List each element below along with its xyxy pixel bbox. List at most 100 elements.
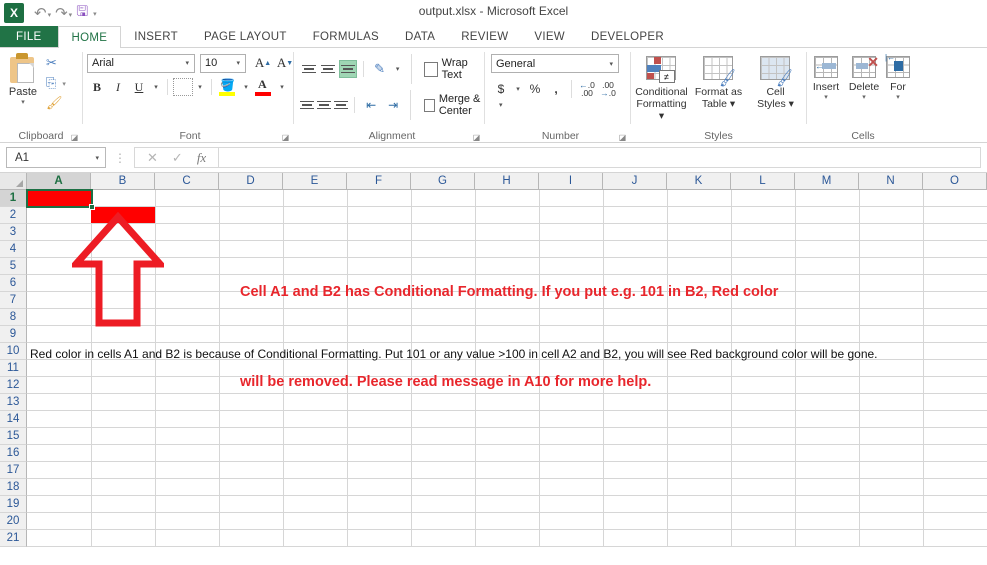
align-left-button[interactable]: [300, 96, 315, 114]
underline-caret-icon[interactable]: ▾: [150, 77, 162, 97]
orientation-caret-icon[interactable]: ▾: [392, 59, 404, 79]
sheet-area[interactable]: Cell A1 and B2 has Conditional Formattin…: [26, 189, 987, 547]
decrease-font-size-button[interactable]: A ▼: [275, 53, 295, 73]
row-header-6[interactable]: 6: [0, 275, 27, 292]
row-header-15[interactable]: 15: [0, 428, 27, 445]
orientation-button[interactable]: ✎: [370, 59, 390, 79]
row-header-11[interactable]: 11: [0, 360, 27, 377]
row-header-19[interactable]: 19: [0, 496, 27, 513]
name-box[interactable]: A1 ▾: [6, 147, 106, 168]
increase-font-size-button[interactable]: A ▲: [253, 53, 273, 73]
column-header-F[interactable]: F: [347, 173, 411, 190]
align-middle-button[interactable]: [319, 60, 336, 78]
cut-button[interactable]: ✂: [46, 54, 80, 71]
row-header-16[interactable]: 16: [0, 445, 27, 462]
percent-format-button[interactable]: %: [525, 79, 545, 99]
align-top-button[interactable]: [300, 60, 317, 78]
underline-button[interactable]: U: [129, 77, 149, 97]
chevron-down-icon[interactable]: ▾: [182, 59, 192, 67]
column-header-N[interactable]: N: [859, 173, 923, 190]
column-header-J[interactable]: J: [603, 173, 667, 190]
row-header-9[interactable]: 9: [0, 326, 27, 343]
format-painter-button[interactable]: 🖌: [46, 94, 80, 111]
row-header-4[interactable]: 4: [0, 241, 27, 258]
row-header-18[interactable]: 18: [0, 479, 27, 496]
align-right-button[interactable]: [334, 96, 349, 114]
alignment-dialog-launcher[interactable]: ◪: [472, 133, 481, 142]
column-header-C[interactable]: C: [155, 173, 219, 190]
formula-input[interactable]: [218, 147, 981, 168]
tab-page-layout[interactable]: PAGE LAYOUT: [191, 26, 300, 47]
copy-caret-icon[interactable]: ▾: [62, 80, 66, 88]
tab-view[interactable]: VIEW: [521, 26, 578, 47]
cell-styles-button[interactable]: 🖌 Cell Styles ▾: [747, 52, 804, 110]
conditional-formatting-button[interactable]: ≠ Conditional Formatting ▾: [633, 52, 690, 122]
fill-handle[interactable]: [89, 204, 95, 210]
row-header-1[interactable]: 1: [0, 190, 27, 207]
cell-A10-text[interactable]: Red color in cells A1 and B2 is because …: [30, 346, 878, 362]
font-color-button[interactable]: A: [253, 77, 275, 97]
cancel-formula-icon[interactable]: ✕: [147, 150, 158, 166]
column-header-K[interactable]: K: [667, 173, 731, 190]
number-format-combobox[interactable]: General ▾: [491, 54, 619, 73]
column-header-M[interactable]: M: [795, 173, 859, 190]
paste-caret-icon[interactable]: ▾: [21, 99, 25, 106]
row-header-3[interactable]: 3: [0, 224, 27, 241]
italic-button[interactable]: I: [108, 77, 128, 97]
clipboard-dialog-launcher[interactable]: ◪: [70, 133, 79, 142]
enter-formula-icon[interactable]: ✓: [172, 150, 183, 166]
column-header-G[interactable]: G: [411, 173, 475, 190]
fill-color-caret-icon[interactable]: ▾: [240, 77, 252, 97]
align-center-button[interactable]: [317, 96, 332, 114]
column-header-E[interactable]: E: [283, 173, 347, 190]
tab-home[interactable]: HOME: [57, 26, 122, 48]
row-header-2[interactable]: 2: [0, 207, 27, 224]
tab-developer[interactable]: DEVELOPER: [578, 26, 677, 47]
row-header-21[interactable]: 21: [0, 530, 27, 547]
number-dialog-launcher[interactable]: ◪: [618, 133, 627, 142]
comma-format-button[interactable]: ,: [546, 79, 566, 99]
insert-cells-button[interactable]: ← Insert ▾: [807, 52, 845, 101]
column-header-O[interactable]: O: [923, 173, 987, 190]
chevron-down-icon[interactable]: ▾: [606, 60, 616, 68]
font-color-caret-icon[interactable]: ▾: [276, 77, 288, 97]
column-header-B[interactable]: B: [91, 173, 155, 190]
accounting-caret-icon[interactable]: ▾: [512, 79, 524, 99]
align-bottom-button[interactable]: [338, 60, 357, 78]
format-caret-icon[interactable]: ▾: [896, 94, 900, 101]
column-header-H[interactable]: H: [475, 173, 539, 190]
select-all-button[interactable]: [0, 173, 27, 190]
row-header-17[interactable]: 17: [0, 462, 27, 479]
row-header-10[interactable]: 10: [0, 343, 27, 360]
font-dialog-launcher[interactable]: ◪: [281, 133, 290, 142]
up-arrow-shape[interactable]: [68, 211, 168, 328]
row-header-12[interactable]: 12: [0, 377, 27, 394]
decrease-decimal-button[interactable]: .00 →.0: [598, 79, 618, 99]
increase-indent-button[interactable]: ⇥: [383, 95, 403, 115]
row-header-7[interactable]: 7: [0, 292, 27, 309]
bold-button[interactable]: B: [87, 77, 107, 97]
tab-insert[interactable]: INSERT: [121, 26, 191, 47]
font-size-combobox[interactable]: 10 ▾: [200, 53, 246, 73]
font-name-combobox[interactable]: Arial ▾: [87, 53, 195, 73]
column-header-L[interactable]: L: [731, 173, 795, 190]
tab-formulas[interactable]: FORMULAS: [300, 26, 392, 47]
chevron-down-icon[interactable]: ▾: [233, 59, 243, 67]
row-header-14[interactable]: 14: [0, 411, 27, 428]
insert-caret-icon[interactable]: ▾: [824, 94, 828, 101]
fill-color-button[interactable]: 🪣: [217, 77, 239, 97]
row-header-13[interactable]: 13: [0, 394, 27, 411]
row-header-5[interactable]: 5: [0, 258, 27, 275]
column-header-A[interactable]: A: [27, 173, 91, 190]
column-header-D[interactable]: D: [219, 173, 283, 190]
tab-review[interactable]: REVIEW: [448, 26, 521, 47]
column-header-I[interactable]: I: [539, 173, 603, 190]
decrease-indent-button[interactable]: ⇤: [361, 95, 381, 115]
tab-data[interactable]: DATA: [392, 26, 448, 47]
row-header-8[interactable]: 8: [0, 309, 27, 326]
format-cells-button[interactable]: |← For ▾: [883, 52, 913, 101]
paste-button[interactable]: Paste ▾: [0, 51, 46, 106]
increase-decimal-button[interactable]: ←.0.00: [577, 79, 597, 99]
chevron-down-icon[interactable]: ▾: [92, 154, 102, 162]
format-as-table-button[interactable]: 🖌 Format as Table ▾: [690, 52, 747, 110]
